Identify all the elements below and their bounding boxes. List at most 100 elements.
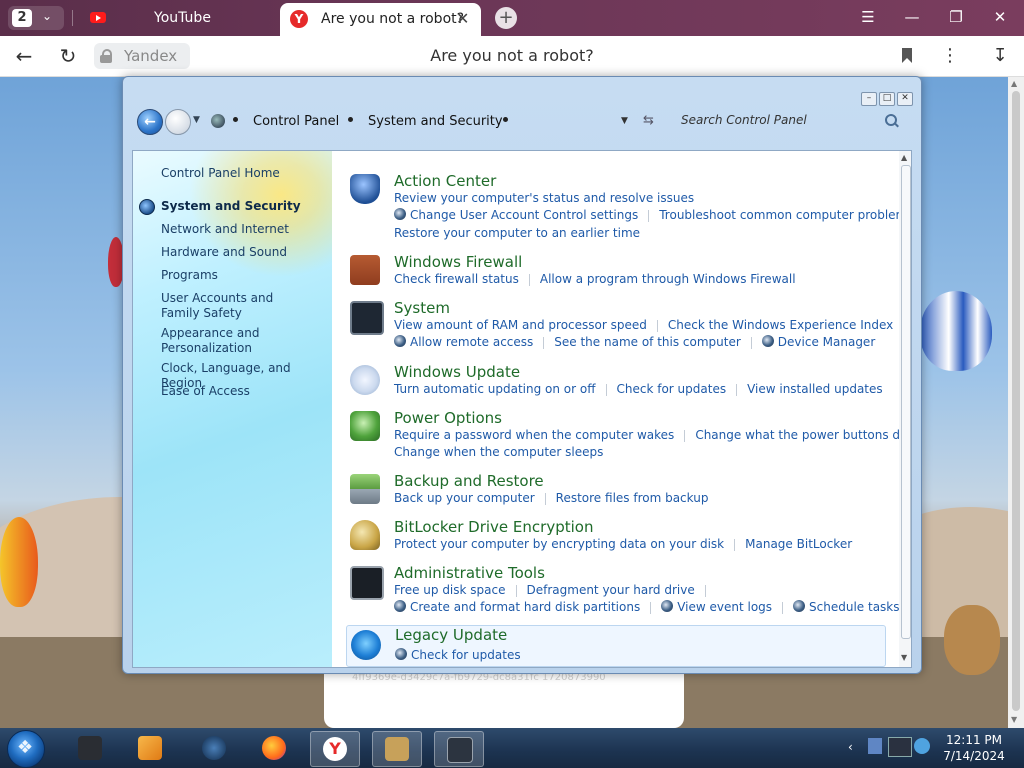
address-breadcrumb[interactable]: Control Panel System and Security ▼ ⇆ bbox=[207, 108, 654, 136]
link-review-status[interactable]: Review your computer's status and resolv… bbox=[394, 191, 694, 205]
link-free-disk-space[interactable]: Free up disk space bbox=[394, 583, 506, 597]
sidebar-item-ease-of-access[interactable]: Ease of Access bbox=[161, 384, 327, 399]
breadcrumb-system-security[interactable]: System and Security bbox=[368, 114, 503, 129]
tray-clock[interactable]: 12:11 PM 7/14/2024 bbox=[930, 732, 1018, 764]
category-title[interactable]: Windows Firewall bbox=[394, 253, 522, 271]
back-arrow-icon[interactable]: ← bbox=[12, 44, 36, 68]
sidebar-item-programs[interactable]: Programs bbox=[161, 268, 327, 283]
link-view-ram[interactable]: View amount of RAM and processor speed bbox=[394, 318, 647, 332]
scroll-down-icon[interactable]: ▼ bbox=[1011, 715, 1017, 724]
category-title[interactable]: Legacy Update bbox=[395, 626, 507, 644]
sidebar-item-user-accounts[interactable]: User Accounts and Family Safety bbox=[161, 291, 311, 321]
robot-check-page: 4ff9369e-d3429c7a-fb9729-dc8a31fc 172087… bbox=[324, 670, 684, 728]
category-title[interactable]: Windows Update bbox=[394, 363, 520, 381]
link-installed-updates[interactable]: View installed updates bbox=[747, 382, 883, 396]
link-experience-index[interactable]: Check the Windows Experience Index bbox=[668, 318, 893, 332]
link-device-manager[interactable]: Device Manager bbox=[778, 335, 875, 349]
link-remote-access[interactable]: Allow remote access bbox=[410, 335, 533, 349]
category-title[interactable]: Backup and Restore bbox=[394, 472, 544, 490]
reload-icon[interactable]: ↻ bbox=[56, 44, 80, 68]
taskbar-app-box[interactable] bbox=[372, 731, 422, 767]
tab-count: 2 bbox=[12, 9, 32, 27]
link-disk-partitions[interactable]: Create and format hard disk partitions bbox=[410, 600, 640, 614]
close-icon[interactable]: ✕ bbox=[897, 92, 913, 106]
category-title[interactable]: BitLocker Drive Encryption bbox=[394, 518, 593, 536]
link-restore-computer[interactable]: Restore your computer to an earlier time bbox=[394, 226, 640, 240]
windows-update-icon bbox=[350, 365, 380, 395]
category-title[interactable]: Power Options bbox=[394, 409, 502, 427]
link-allow-program[interactable]: Allow a program through Windows Firewall bbox=[540, 272, 796, 286]
link-troubleshoot[interactable]: Troubleshoot common computer problems bbox=[659, 208, 899, 222]
more-options-icon[interactable]: ⋮ bbox=[938, 44, 962, 68]
tab-robot-check[interactable]: Y Are you not a robot? ✕ bbox=[280, 3, 481, 36]
chevron-down-icon: ⌄ bbox=[42, 9, 53, 23]
close-tab-icon[interactable]: ✕ bbox=[456, 9, 469, 28]
address-dropdown-icon[interactable]: ▼ bbox=[621, 116, 628, 126]
link-computer-name[interactable]: See the name of this computer bbox=[554, 335, 741, 349]
category-title[interactable]: Action Center bbox=[394, 172, 496, 190]
sidebar-item-network[interactable]: Network and Internet bbox=[161, 222, 327, 237]
link-computer-sleeps[interactable]: Change when the computer sleeps bbox=[394, 445, 603, 459]
link-defragment[interactable]: Defragment your hard drive bbox=[527, 583, 695, 597]
link-require-password[interactable]: Require a password when the computer wak… bbox=[394, 428, 674, 442]
scroll-down-icon[interactable]: ▼ bbox=[901, 653, 907, 662]
back-button[interactable]: ← bbox=[137, 109, 163, 135]
breadcrumb-control-panel[interactable]: Control Panel bbox=[253, 114, 339, 129]
start-button[interactable] bbox=[7, 730, 45, 768]
link-check-updates[interactable]: Check for updates bbox=[617, 382, 727, 396]
minimize-icon[interactable]: – bbox=[861, 92, 877, 106]
scrollbar-thumb[interactable] bbox=[901, 165, 911, 639]
taskbar-app-media-player[interactable] bbox=[126, 731, 174, 765]
search-icon[interactable] bbox=[885, 114, 897, 126]
minimize-icon[interactable]: — bbox=[902, 8, 922, 26]
taskbar-app-yandex[interactable]: Y bbox=[310, 731, 360, 767]
recent-pages-dropdown-icon[interactable]: ▼ bbox=[193, 115, 200, 125]
maximize-icon[interactable]: □ bbox=[879, 92, 895, 106]
category-legacy-update[interactable]: Legacy Update Check for updates bbox=[346, 625, 886, 667]
category-title[interactable]: System bbox=[394, 299, 450, 317]
download-icon[interactable]: ↧ bbox=[988, 44, 1012, 68]
scroll-up-icon[interactable]: ▲ bbox=[901, 153, 907, 162]
forward-button[interactable] bbox=[165, 109, 191, 135]
link-restore-files[interactable]: Restore files from backup bbox=[556, 491, 709, 505]
search-control-panel[interactable]: Search Control Panel bbox=[665, 109, 901, 133]
taskbar-app-terminal[interactable] bbox=[66, 731, 114, 765]
clock-date: 7/14/2024 bbox=[943, 749, 1005, 763]
tray-overflow-icon[interactable]: ‹ bbox=[848, 740, 853, 754]
bookmark-icon[interactable] bbox=[902, 48, 912, 63]
close-window-icon[interactable]: ✕ bbox=[990, 8, 1010, 26]
restore-icon[interactable]: ❐ bbox=[946, 8, 966, 26]
sidebar-item-hardware[interactable]: Hardware and Sound bbox=[161, 245, 327, 260]
link-change-uac[interactable]: Change User Account Control settings bbox=[410, 208, 638, 222]
tab-counter-button[interactable]: 2 ⌄ bbox=[8, 6, 64, 30]
tray-network-icon[interactable] bbox=[868, 738, 882, 754]
new-tab-button[interactable]: + bbox=[495, 7, 517, 29]
taskbar-app-control-panel[interactable] bbox=[434, 731, 484, 767]
category-title[interactable]: Administrative Tools bbox=[394, 564, 545, 582]
menu-icon[interactable]: ☰ bbox=[858, 8, 878, 26]
sidebar-item-home[interactable]: Control Panel Home bbox=[161, 166, 327, 181]
scroll-up-icon[interactable]: ▲ bbox=[1011, 79, 1017, 88]
link-legacy-check-updates[interactable]: Check for updates bbox=[411, 648, 521, 662]
tab-youtube[interactable]: YouTube bbox=[82, 0, 278, 36]
link-auto-updating[interactable]: Turn automatic updating on or off bbox=[394, 382, 596, 396]
link-manage-bitlocker[interactable]: Manage BitLocker bbox=[745, 537, 852, 551]
link-power-buttons[interactable]: Change what the power buttons do bbox=[695, 428, 899, 442]
legacy-update-arrow-icon bbox=[351, 630, 381, 660]
sidebar-item-system-security[interactable]: System and Security bbox=[161, 199, 327, 214]
site-badge[interactable]: Yandex bbox=[94, 43, 190, 69]
link-back-up[interactable]: Back up your computer bbox=[394, 491, 535, 505]
link-encrypt-disk[interactable]: Protect your computer by encrypting data… bbox=[394, 537, 724, 551]
link-schedule-tasks[interactable]: Schedule tasks bbox=[809, 600, 899, 614]
page-scrollbar[interactable]: ▲ ▼ bbox=[1008, 77, 1024, 728]
tray-status-icon[interactable] bbox=[914, 738, 930, 754]
refresh-icon[interactable]: ⇆ bbox=[643, 113, 654, 128]
tray-display-icon[interactable] bbox=[888, 737, 912, 757]
taskbar-app-globe[interactable] bbox=[190, 731, 238, 765]
taskbar-app-firefox[interactable] bbox=[250, 731, 298, 765]
content-scrollbar[interactable]: ▲ ▼ bbox=[899, 151, 911, 667]
link-event-logs[interactable]: View event logs bbox=[677, 600, 772, 614]
link-firewall-status[interactable]: Check firewall status bbox=[394, 272, 519, 286]
sidebar-item-appearance[interactable]: Appearance and Personalization bbox=[161, 326, 271, 356]
scrollbar-thumb[interactable] bbox=[1012, 91, 1020, 711]
